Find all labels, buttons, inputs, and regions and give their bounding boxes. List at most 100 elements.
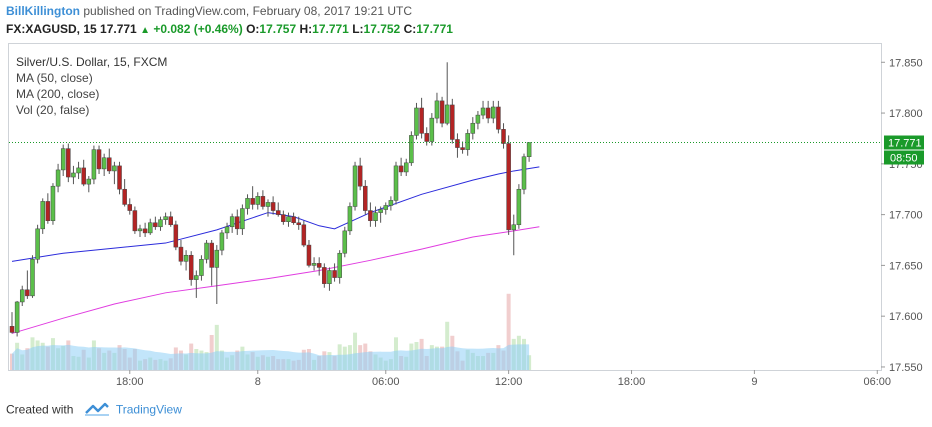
candle-body bbox=[275, 210, 281, 215]
x-tick-label: 8 bbox=[255, 376, 261, 388]
candle-body bbox=[158, 219, 163, 228]
candle-body bbox=[347, 206, 353, 232]
candle-body bbox=[91, 149, 97, 180]
ma200-line bbox=[11, 226, 540, 334]
x-tick-label: 12:00 bbox=[495, 376, 523, 388]
candle-body bbox=[19, 289, 25, 303]
candle-body bbox=[9, 326, 15, 333]
x-tick-label: 18:00 bbox=[116, 376, 144, 388]
candle-body bbox=[327, 270, 332, 284]
candle-body bbox=[455, 139, 460, 148]
candle-body bbox=[25, 289, 30, 297]
candle-body bbox=[235, 216, 240, 230]
candle-body bbox=[40, 201, 45, 230]
candle-body bbox=[322, 267, 327, 284]
candle-body bbox=[357, 165, 363, 187]
candle-body bbox=[194, 275, 199, 280]
ma50-line bbox=[11, 166, 540, 262]
candle-body bbox=[183, 254, 189, 262]
y-tick-label: 17.650 bbox=[889, 260, 923, 272]
candle-body bbox=[240, 208, 245, 230]
candle-body bbox=[409, 135, 414, 164]
y-tick-label: 17.550 bbox=[889, 362, 923, 374]
candle-body bbox=[209, 242, 214, 268]
y-tick-label: 17.600 bbox=[889, 311, 923, 323]
legend-volume[interactable]: Vol (20, false) bbox=[16, 102, 167, 118]
tradingview-logo-icon bbox=[84, 402, 109, 419]
volume-average-area bbox=[12, 344, 530, 370]
candle-body bbox=[14, 301, 20, 333]
candle-body bbox=[199, 259, 204, 276]
candle-body bbox=[301, 224, 307, 246]
x-tick-label: 06:00 bbox=[864, 376, 892, 388]
candle-body bbox=[383, 205, 389, 210]
candle-body bbox=[250, 198, 255, 205]
last-price-tag-label: 17.771 bbox=[888, 138, 922, 150]
candle-body bbox=[81, 167, 86, 185]
candle-body bbox=[214, 249, 220, 268]
candle-body bbox=[337, 252, 342, 278]
legend-title: Silver/U.S. Dollar, 15, FXCM bbox=[16, 55, 168, 69]
candle-body bbox=[450, 104, 455, 140]
candle-body bbox=[281, 214, 286, 222]
candle-body bbox=[45, 201, 51, 221]
candle-body bbox=[229, 216, 235, 228]
candle-body bbox=[270, 202, 276, 211]
candle-body bbox=[444, 104, 450, 124]
candle-body bbox=[291, 216, 296, 223]
candle-body bbox=[117, 165, 122, 190]
footer: Created with TradingView bbox=[6, 402, 182, 419]
candle-body bbox=[465, 133, 470, 150]
candle-body bbox=[112, 165, 117, 172]
candle-body bbox=[66, 148, 71, 178]
candle-body bbox=[506, 143, 511, 231]
candle-body bbox=[439, 100, 445, 124]
candle-body bbox=[332, 270, 337, 278]
tradingview-link[interactable]: TradingView bbox=[116, 403, 182, 417]
candle-body bbox=[60, 148, 66, 171]
candle-body bbox=[163, 216, 168, 220]
candle-body bbox=[306, 244, 312, 266]
candle-body bbox=[255, 196, 261, 205]
candle-body bbox=[316, 263, 322, 268]
candle-body bbox=[403, 162, 409, 173]
candle-body bbox=[470, 122, 476, 134]
candle-body bbox=[265, 202, 271, 207]
candle-body bbox=[352, 165, 358, 207]
candle-body bbox=[50, 185, 56, 221]
candle-body bbox=[188, 254, 194, 280]
x-tick-label: 18:00 bbox=[618, 376, 646, 388]
candle-body bbox=[71, 172, 76, 178]
candle-body bbox=[142, 228, 148, 234]
candle-body bbox=[127, 204, 133, 211]
candle-body bbox=[35, 228, 40, 260]
candle-body bbox=[475, 114, 481, 124]
candle-body bbox=[132, 210, 138, 232]
candle-body bbox=[516, 188, 522, 226]
candle-body bbox=[153, 222, 158, 228]
candle-body bbox=[96, 149, 102, 170]
chart-legend: Silver/U.S. Dollar, 15, FXCM MA (50, clo… bbox=[16, 54, 167, 118]
x-tick-label: 9 bbox=[751, 376, 757, 388]
candle-body bbox=[460, 147, 465, 150]
candle-body bbox=[86, 178, 92, 185]
candle-body bbox=[501, 129, 506, 144]
candle-body bbox=[107, 157, 112, 172]
candle-body bbox=[311, 263, 317, 266]
candle-body bbox=[219, 232, 225, 251]
countdown-tag-label: 08:50 bbox=[890, 153, 918, 165]
candle-body bbox=[388, 200, 394, 206]
candle-body bbox=[363, 185, 368, 211]
candle-body bbox=[224, 226, 230, 234]
candle-body bbox=[368, 210, 373, 221]
legend-ma200[interactable]: MA (200, close) bbox=[16, 86, 167, 102]
candle-body bbox=[398, 165, 404, 173]
candle-body bbox=[480, 107, 486, 116]
candle-body bbox=[122, 188, 127, 205]
candle-body bbox=[55, 169, 61, 187]
candle-body bbox=[496, 106, 501, 130]
y-tick-label: 17.700 bbox=[889, 210, 923, 222]
legend-ma50[interactable]: MA (50, close) bbox=[16, 70, 167, 86]
x-tick-label: 06:00 bbox=[372, 376, 400, 388]
candle-body bbox=[424, 133, 429, 142]
